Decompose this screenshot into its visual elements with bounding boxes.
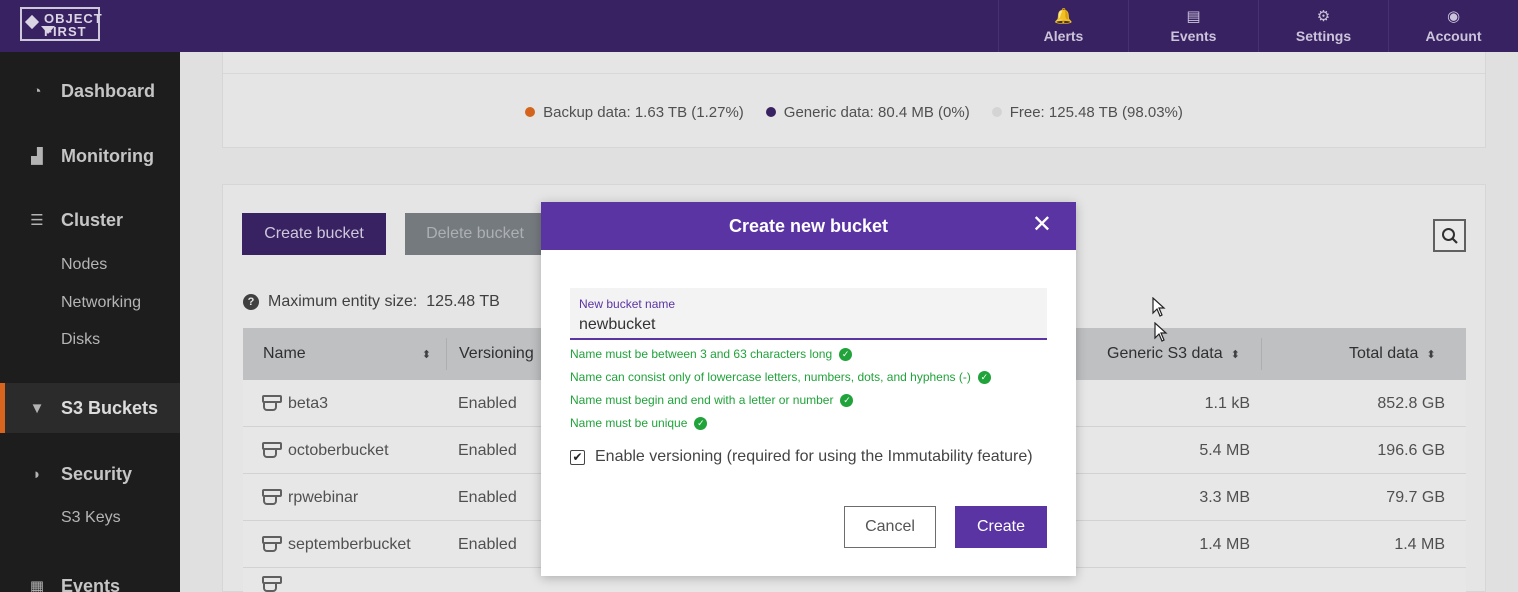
check-circle-icon: ✓ bbox=[694, 416, 708, 430]
rule-text: Name must begin and end with a letter or… bbox=[570, 393, 834, 407]
dialog-header: Create new bucket ✕ bbox=[541, 202, 1076, 250]
cancel-button[interactable]: Cancel bbox=[844, 506, 936, 548]
validation-rule-characters: Name can consist only of lowercase lette… bbox=[570, 370, 991, 384]
validation-rule-unique: Name must be unique ✓ bbox=[570, 416, 708, 430]
rule-text: Name must be between 3 and 63 characters… bbox=[570, 347, 833, 361]
validation-rule-length: Name must be between 3 and 63 characters… bbox=[570, 347, 853, 361]
bucket-name-input[interactable]: newbucket bbox=[579, 316, 656, 334]
enable-versioning-option[interactable]: ✔ Enable versioning (required for using … bbox=[570, 448, 1033, 466]
check-circle-icon: ✓ bbox=[840, 393, 854, 407]
close-icon[interactable]: ✕ bbox=[1032, 213, 1052, 237]
rule-text: Name must be unique bbox=[570, 416, 688, 430]
create-bucket-dialog: Create new bucket ✕ New bucket name newb… bbox=[541, 202, 1076, 576]
bucket-name-label: New bucket name bbox=[579, 297, 676, 311]
mouse-pointer-icon bbox=[1152, 297, 1166, 317]
create-button[interactable]: Create bbox=[955, 506, 1047, 548]
rule-text: Name can consist only of lowercase lette… bbox=[570, 370, 971, 384]
validation-rule-begin-end: Name must begin and end with a letter or… bbox=[570, 393, 854, 407]
enable-versioning-label: Enable versioning (required for using th… bbox=[595, 448, 1033, 465]
bucket-name-field[interactable]: New bucket name newbucket bbox=[570, 288, 1047, 340]
check-circle-icon: ✓ bbox=[977, 370, 991, 384]
check-circle-icon: ✓ bbox=[839, 347, 853, 361]
mouse-pointer-icon bbox=[1154, 322, 1168, 342]
enable-versioning-checkbox[interactable]: ✔ bbox=[570, 449, 585, 465]
dialog-title: Create new bucket bbox=[728, 215, 889, 236]
